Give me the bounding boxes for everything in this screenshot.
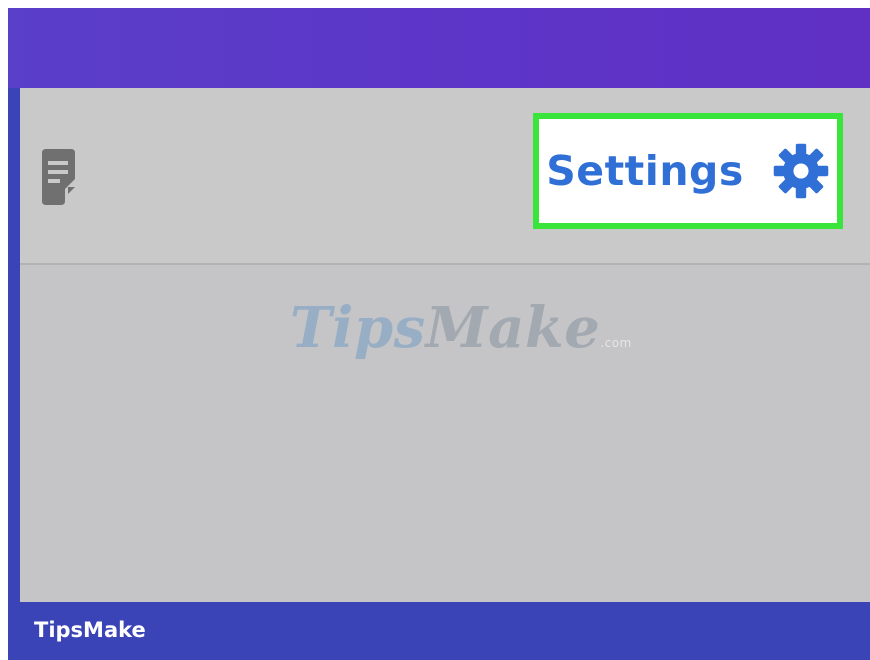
watermark-logo: TipsMake.com xyxy=(290,300,632,356)
watermark-tld: .com xyxy=(600,336,632,350)
top-bar xyxy=(8,8,870,88)
watermark-part2: Make xyxy=(425,295,601,361)
settings-label: Settings xyxy=(546,147,744,195)
footer-bar: TipsMake xyxy=(8,602,870,660)
content-area: TipsMake.com xyxy=(20,265,870,602)
app-window: Settings TipsMake.com TipsMake xyxy=(8,8,870,660)
note-icon[interactable] xyxy=(42,149,75,205)
toolbar: Settings xyxy=(20,88,870,265)
footer-brand: TipsMake xyxy=(34,618,146,642)
settings-button[interactable]: Settings xyxy=(533,113,843,229)
watermark-part1: Tips xyxy=(290,295,426,361)
gear-icon xyxy=(773,143,829,199)
